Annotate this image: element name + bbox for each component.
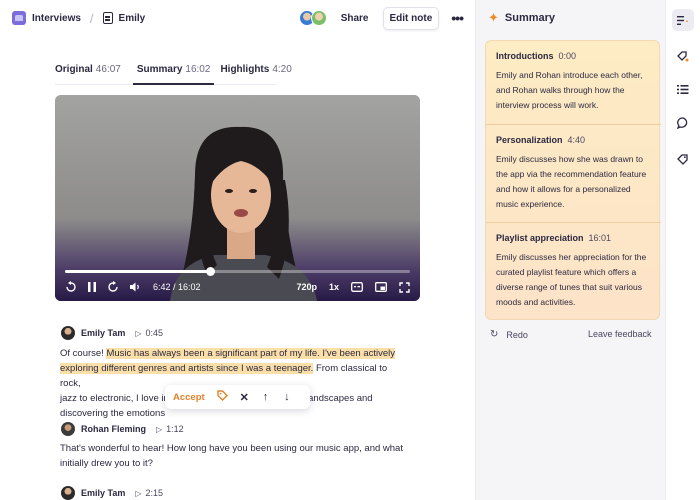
transcript-paragraph: Of course! Music has always been a signi… <box>60 346 410 421</box>
arrow-down-icon[interactable]: ↓ <box>281 391 293 403</box>
speed-selector[interactable]: 1x <box>329 282 339 292</box>
divider <box>486 222 661 223</box>
section-body: Emily discusses how she was drawn to the… <box>496 154 647 209</box>
more-options-icon[interactable]: ••• <box>451 10 464 26</box>
right-toolbar <box>665 0 700 500</box>
summary-section[interactable]: Playlist appreciation 16:01 Emily discuss… <box>496 233 654 310</box>
sparkle-icon: ✦ <box>488 10 499 25</box>
section-heading: Introductions 0:00 <box>496 51 654 61</box>
section-body: Emily and Rohan introduce each other, an… <box>496 70 643 110</box>
video-time: 6:42 / 16:02 <box>153 282 201 292</box>
transcript-paragraph: That's wonderful to hear! How long have … <box>60 441 410 471</box>
summary-list-icon[interactable] <box>672 9 694 31</box>
tag-icon[interactable] <box>672 148 694 170</box>
list-icon[interactable] <box>672 78 694 100</box>
tab-duration: 46:07 <box>95 64 121 75</box>
timestamp-link[interactable]: 1:12 <box>156 424 184 434</box>
interviews-app-icon <box>12 11 26 25</box>
tab-original[interactable]: Original 46:07 <box>55 60 127 85</box>
divider <box>486 124 661 125</box>
edit-note-button[interactable]: Edit note <box>382 6 440 30</box>
speaker-header: Rohan Fleming 1:12 <box>61 422 184 436</box>
top-bar: Interviews / Emily Share Edit note ••• <box>0 0 475 36</box>
breadcrumb-emily[interactable]: Emily <box>119 13 146 24</box>
tab-summary[interactable]: Summary 16:02 <box>132 60 215 85</box>
summary-title: Summary <box>504 12 556 24</box>
quality-selector[interactable]: 720p <box>296 282 317 292</box>
accept-button[interactable]: Accept <box>173 392 205 403</box>
summary-panel: ✦ Summary Introductions 0:00 Emily and Ro… <box>475 0 665 500</box>
redo-label: Redo <box>506 329 528 340</box>
breadcrumb-interviews[interactable]: Interviews <box>32 13 81 24</box>
transcript-text: initially drew you to it? <box>60 458 153 469</box>
collaborator-avatar[interactable] <box>310 10 327 26</box>
summary-card: Introductions 0:00 Emily and Rohan introd… <box>485 40 661 320</box>
transcript-text: That's wonderful to hear! How long have … <box>60 443 403 454</box>
summary-section[interactable]: Introductions 0:00 Emily and Rohan introd… <box>496 51 654 113</box>
captions-icon[interactable] <box>351 282 363 292</box>
tab-duration: 16:02 <box>185 64 211 75</box>
volume-icon[interactable] <box>129 281 141 293</box>
section-time[interactable]: 0:00 <box>559 51 577 61</box>
section-title: Playlist appreciation <box>496 233 584 243</box>
video-controls-right: 720p 1x <box>284 281 410 293</box>
document-icon <box>102 12 113 24</box>
close-icon[interactable]: ✕ <box>238 391 250 404</box>
section-title: Personalization <box>496 135 563 145</box>
transcript-tabs: Original 46:07 Summary 16:02 Highlights 4:2… <box>55 60 292 85</box>
highlight-suggestion-popup: Accept ✕ ↑ ↓ <box>165 385 310 409</box>
comment-icon[interactable] <box>672 112 694 134</box>
highlighted-text[interactable]: Music has always been a significant part… <box>106 348 396 359</box>
timestamp-link[interactable]: 2:15 <box>135 488 164 498</box>
tab-label: Original <box>55 64 93 75</box>
ai-tag-icon[interactable] <box>672 45 694 67</box>
scrubber-handle[interactable] <box>205 267 215 276</box>
speaker-header: Emily Tam 0:45 <box>61 326 163 340</box>
leave-feedback-link[interactable]: Leave feedback <box>588 329 652 339</box>
transcript-text: Of course! <box>60 348 107 359</box>
scrubber-progress <box>65 270 210 273</box>
arrow-up-icon[interactable]: ↑ <box>259 391 271 403</box>
avatar <box>61 422 75 436</box>
section-time[interactable]: 4:40 <box>568 135 586 145</box>
speaker-name: Emily Tam <box>81 488 126 498</box>
share-button[interactable]: Share <box>341 13 369 24</box>
pause-icon[interactable] <box>87 281 97 293</box>
tag-icon[interactable] <box>217 390 229 404</box>
avatar <box>61 326 75 340</box>
fullscreen-icon[interactable] <box>399 281 410 293</box>
video-scrubber[interactable] <box>65 267 410 276</box>
section-title: Introductions <box>496 51 554 61</box>
tab-label: Summary <box>136 64 183 75</box>
section-heading: Playlist appreciation 16:01 <box>496 233 654 243</box>
section-heading: Personalization 4:40 <box>496 135 654 145</box>
redo-icon: ↻ <box>490 329 499 340</box>
top-actions: Share Edit note ••• <box>298 6 464 30</box>
summary-section[interactable]: Personalization 4:40 Emily discusses how … <box>496 135 654 212</box>
avatar <box>61 486 75 500</box>
transcript-text: discovering the emotions <box>60 408 166 419</box>
section-body: Emily discusses her appreciation for the… <box>496 252 647 307</box>
timestamp-link[interactable]: 0:45 <box>135 328 164 338</box>
speaker-header: Emily Tam 2:15 <box>61 486 163 500</box>
breadcrumb-separator: / <box>89 10 94 26</box>
highlighted-text[interactable]: exploring different genres and artists s… <box>60 363 314 374</box>
tab-duration: 4:20 <box>272 64 292 75</box>
speaker-name: Rohan Fleming <box>81 424 146 434</box>
forward-icon[interactable] <box>107 281 119 293</box>
video-player[interactable]: 6:42 / 16:02 720p 1x <box>55 95 420 301</box>
rewind-icon[interactable] <box>65 281 77 293</box>
redo-button[interactable]: ↻ Redo <box>490 329 528 340</box>
tab-highlights[interactable]: Highlights 4:20 <box>220 60 291 85</box>
video-controls: 6:42 / 16:02 720p 1x <box>65 280 410 294</box>
speaker-name: Emily Tam <box>81 328 126 338</box>
summary-header: ✦ Summary <box>488 10 555 26</box>
tab-label: Highlights <box>220 64 270 75</box>
pip-icon[interactable] <box>375 282 387 292</box>
section-time[interactable]: 16:01 <box>589 233 612 243</box>
